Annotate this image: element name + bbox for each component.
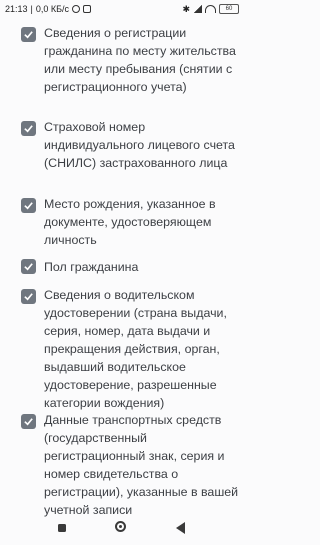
wifi-icon bbox=[205, 5, 216, 13]
item-label: Пол гражданина bbox=[44, 260, 139, 274]
status-bar: 21:13 | 0,0 КБ/с ✱ 60 bbox=[0, 0, 245, 20]
status-right: ✱ 60 bbox=[182, 4, 239, 14]
checkbox[interactable] bbox=[21, 259, 36, 274]
check-icon bbox=[24, 418, 33, 426]
check-icon bbox=[24, 125, 33, 133]
signal-icon bbox=[193, 5, 202, 13]
check-icon bbox=[24, 293, 33, 301]
item-label: Сведения о водительском удостоверении (с… bbox=[44, 288, 227, 410]
network-speed: 0,0 КБ/с bbox=[35, 4, 70, 14]
checkbox[interactable] bbox=[21, 198, 36, 213]
back-button[interactable] bbox=[176, 522, 185, 534]
check-icon bbox=[24, 31, 33, 39]
battery-icon: 60 bbox=[219, 4, 239, 14]
separator: | bbox=[30, 4, 33, 14]
check-icon bbox=[24, 263, 33, 271]
checkbox[interactable] bbox=[21, 121, 36, 136]
check-icon bbox=[24, 202, 33, 210]
item-label: Сведения о регистрации гражданина по мес… bbox=[44, 26, 236, 94]
dnd-icon bbox=[83, 5, 92, 13]
bluetooth-icon: ✱ bbox=[182, 3, 190, 14]
home-button[interactable] bbox=[115, 521, 126, 532]
system-nav-bar bbox=[0, 512, 245, 545]
alarm-icon bbox=[72, 5, 81, 13]
item-label: Данные транспортных средств (государстве… bbox=[44, 413, 239, 517]
checkbox[interactable] bbox=[21, 414, 36, 429]
item-label: Место рождения, указанное в документе, у… bbox=[44, 197, 216, 247]
item-label: Страховой номер индивидуального лицевого… bbox=[44, 120, 235, 170]
checkbox[interactable] bbox=[21, 289, 36, 304]
checkbox[interactable] bbox=[21, 27, 36, 42]
clock: 21:13 bbox=[5, 4, 28, 14]
recents-button[interactable] bbox=[58, 524, 66, 532]
status-left: 21:13 | 0,0 КБ/с bbox=[5, 4, 92, 14]
